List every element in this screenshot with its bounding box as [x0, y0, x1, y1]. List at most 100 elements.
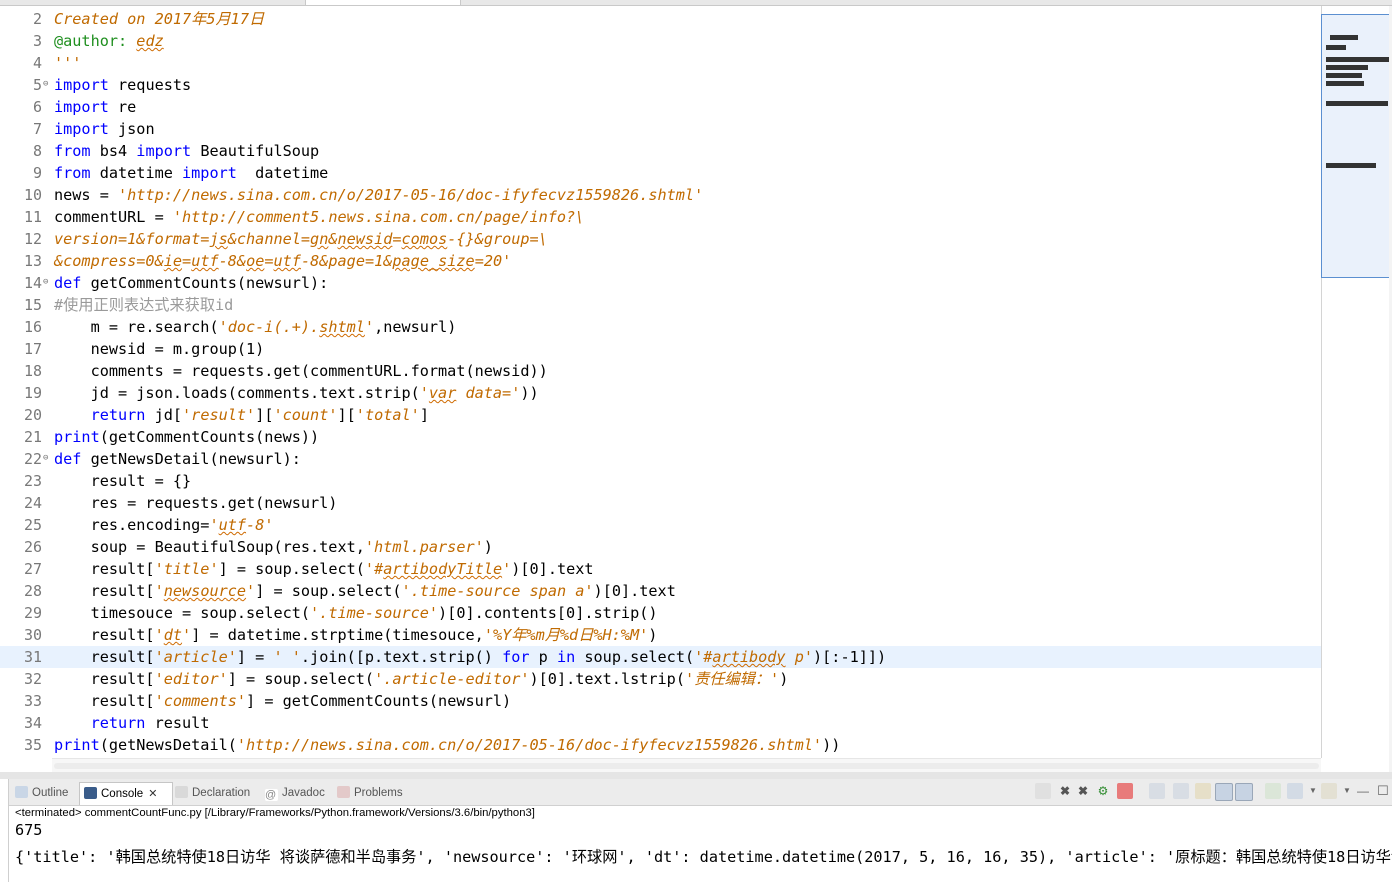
code-text[interactable]: return result [54, 712, 210, 734]
code-text[interactable]: from bs4 import BeautifulSoup [54, 140, 319, 162]
editor-tab-active[interactable] [305, 0, 461, 5]
code-text[interactable]: import json [54, 118, 155, 140]
code-line[interactable]: 11 commentURL = 'http://comment5.news.sin… [0, 206, 1321, 228]
code-text[interactable]: result = {} [54, 470, 192, 492]
code-line[interactable]: 3 @author: edz [0, 30, 1321, 52]
code-line[interactable]: 6 import re [0, 96, 1321, 118]
code-line[interactable]: 13 &compress=0&ie=utf-8&oe=utf-8&page=1&p… [0, 250, 1321, 272]
code-text[interactable]: m = re.search('doc-i(.+).shtml',newsurl) [54, 316, 457, 338]
code-line[interactable]: 27 result['title'] = soup.select('#artib… [0, 558, 1321, 580]
code-line[interactable]: 4 ''' [0, 52, 1321, 74]
code-line[interactable]: 18 comments = requests.get(commentURL.fo… [0, 360, 1321, 382]
fold-toggle-icon[interactable]: ⊖ [43, 448, 52, 468]
code-line[interactable]: 30 result['dt'] = datetime.strptime(time… [0, 624, 1321, 646]
code-text[interactable]: from datetime import datetime [54, 162, 328, 184]
editor-overview-ruler[interactable] [1321, 14, 1391, 278]
code-line[interactable]: 2 Created on 2017年5月17日 [0, 8, 1321, 30]
code-line[interactable]: 19 jd = json.loads(comments.text.strip('… [0, 382, 1321, 404]
code-text[interactable]: def getNewsDetail(newsurl): [54, 448, 301, 470]
code-line[interactable]: 8 from bs4 import BeautifulSoup [0, 140, 1321, 162]
code-line[interactable]: 17 newsid = m.group(1) [0, 338, 1321, 360]
minimize-icon[interactable]: — [1355, 783, 1371, 799]
scroll-lock-icon[interactable] [1149, 783, 1165, 799]
code-text[interactable]: res = requests.get(newsurl) [54, 492, 338, 514]
code-text[interactable]: newsid = m.group(1) [54, 338, 265, 360]
code-line[interactable]: 10 news = 'http://news.sina.com.cn/o/2017… [0, 184, 1321, 206]
code-line[interactable]: 23 result = {} [0, 470, 1321, 492]
code-text[interactable]: &compress=0&ie=utf-8&oe=utf-8&page=1&pag… [54, 250, 511, 272]
code-line[interactable]: 25 res.encoding='utf-8' [0, 514, 1321, 536]
tab-declaration[interactable]: Declaration [171, 782, 257, 804]
code-line[interactable]: 5 ⊖ import requests [0, 74, 1321, 96]
code-text[interactable]: jd = json.loads(comments.text.strip('var… [54, 382, 539, 404]
terminate-relaunch-icon[interactable]: ⚙ [1095, 783, 1111, 799]
code-editor[interactable]: 2 Created on 2017年5月17日 3 @author: edz 4 ''' 5… [0, 6, 1322, 758]
horizontal-scrollbar-thumb[interactable] [54, 763, 1319, 769]
pin-console-icon[interactable] [1215, 783, 1233, 801]
tab-problems[interactable]: Problems [333, 782, 409, 804]
code-line[interactable]: 15 #使用正则表达式来获取id [0, 294, 1321, 316]
code-text[interactable]: print(getCommentCounts(news)) [54, 426, 319, 448]
code-line[interactable]: 34 return result [0, 712, 1321, 734]
code-text[interactable]: import re [54, 96, 136, 118]
code-line[interactable]: 35 print(getNewsDetail('http://news.sina.… [0, 734, 1321, 756]
chevron-down-icon[interactable]: ▼ [1339, 783, 1355, 799]
code-line[interactable]: 7 import json [0, 118, 1321, 140]
stop-icon[interactable] [1035, 783, 1051, 799]
show-stdout-icon[interactable] [1195, 783, 1211, 799]
code-text[interactable]: commentURL = 'http://comment5.news.sina.… [54, 206, 584, 228]
code-text[interactable]: res.encoding='utf-8' [54, 514, 274, 536]
tab-outline[interactable]: Outline [11, 782, 77, 804]
code-text[interactable]: #使用正则表达式来获取id [54, 294, 233, 316]
code-text[interactable]: result['editor'] = soup.select('.article… [54, 668, 789, 690]
clear-console-icon[interactable] [1117, 783, 1133, 799]
code-text[interactable]: version=1&format=js&channel=gn&newsid=co… [54, 228, 548, 250]
code-line[interactable]: 32 result['editor'] = soup.select('.arti… [0, 668, 1321, 690]
code-text[interactable]: @author: edz [54, 30, 164, 52]
code-text[interactable]: timesouce = soup.select('.time-source')[… [54, 602, 658, 624]
code-text[interactable]: result['title'] = soup.select('#artibody… [54, 558, 594, 580]
close-icon[interactable]: ✕ [148, 788, 157, 800]
code-text[interactable]: result['comments'] = getCommentCounts(ne… [54, 690, 512, 712]
fold-toggle-icon[interactable]: ⊖ [43, 74, 52, 94]
tab-console[interactable]: Console ✕ [79, 782, 173, 805]
code-text[interactable]: import requests [54, 74, 191, 96]
code-line[interactable]: 20 return jd['result']['count']['total'] [0, 404, 1321, 426]
code-line[interactable]: 22 ⊖ def getNewsDetail(newsurl): [0, 448, 1321, 470]
code-line-current[interactable]: 31 result['article'] = ' '.join([p.text.… [0, 646, 1321, 668]
code-text[interactable]: result['dt'] = datetime.strptime(timesou… [54, 624, 658, 646]
code-line[interactable]: 33 result['comments'] = getCommentCounts… [0, 690, 1321, 712]
panel-splitter[interactable] [0, 772, 1392, 779]
code-text[interactable]: Created on 2017年5月17日 [54, 8, 264, 30]
tab-javadoc[interactable]: @ Javadoc [261, 782, 331, 804]
remove-all-launches-icon[interactable]: ✖ [1075, 783, 1091, 799]
code-line[interactable]: 21 print(getCommentCounts(news)) [0, 426, 1321, 448]
code-line[interactable]: 16 m = re.search('doc-i(.+).shtml',newsu… [0, 316, 1321, 338]
code-lines[interactable]: 2 Created on 2017年5月17日 3 @author: edz 4 ''' 5… [0, 8, 1321, 756]
code-text[interactable]: print(getNewsDetail('http://news.sina.co… [54, 734, 840, 756]
chevron-down-icon[interactable]: ▼ [1305, 783, 1321, 799]
remove-launch-icon[interactable]: ✖ [1057, 783, 1073, 799]
word-wrap-icon[interactable] [1173, 783, 1189, 799]
code-line[interactable]: 29 timesouce = soup.select('.time-source… [0, 602, 1321, 624]
code-text[interactable]: ''' [54, 52, 81, 74]
code-text[interactable]: soup = BeautifulSoup(res.text,'html.pars… [54, 536, 493, 558]
code-text[interactable]: news = 'http://news.sina.com.cn/o/2017-0… [54, 184, 703, 206]
code-text[interactable]: result['article'] = ' '.join([p.text.str… [54, 646, 887, 668]
code-text[interactable]: comments = requests.get(commentURL.forma… [54, 360, 548, 382]
maximize-icon[interactable]: ☐ [1375, 783, 1391, 799]
code-text[interactable]: def getCommentCounts(newsurl): [54, 272, 328, 294]
code-line[interactable]: 26 soup = BeautifulSoup(res.text,'html.p… [0, 536, 1321, 558]
code-line[interactable]: 14 ⊖ def getCommentCounts(newsurl): [0, 272, 1321, 294]
new-console-icon[interactable] [1287, 783, 1303, 799]
fold-toggle-icon[interactable]: ⊖ [43, 272, 52, 292]
horizontal-scrollbar[interactable] [52, 758, 1321, 773]
code-line[interactable]: 12 version=1&format=js&channel=gn&newsid=… [0, 228, 1321, 250]
code-line[interactable]: 9 from datetime import datetime [0, 162, 1321, 184]
code-line[interactable]: 24 res = requests.get(newsurl) [0, 492, 1321, 514]
code-text[interactable]: result['newsource'] = soup.select('.time… [54, 580, 676, 602]
display-console-icon[interactable] [1235, 783, 1253, 801]
open-console-icon[interactable] [1265, 783, 1281, 799]
code-line[interactable]: 28 result['newsource'] = soup.select('.t… [0, 580, 1321, 602]
code-text[interactable]: return jd['result']['count']['total'] [54, 404, 429, 426]
